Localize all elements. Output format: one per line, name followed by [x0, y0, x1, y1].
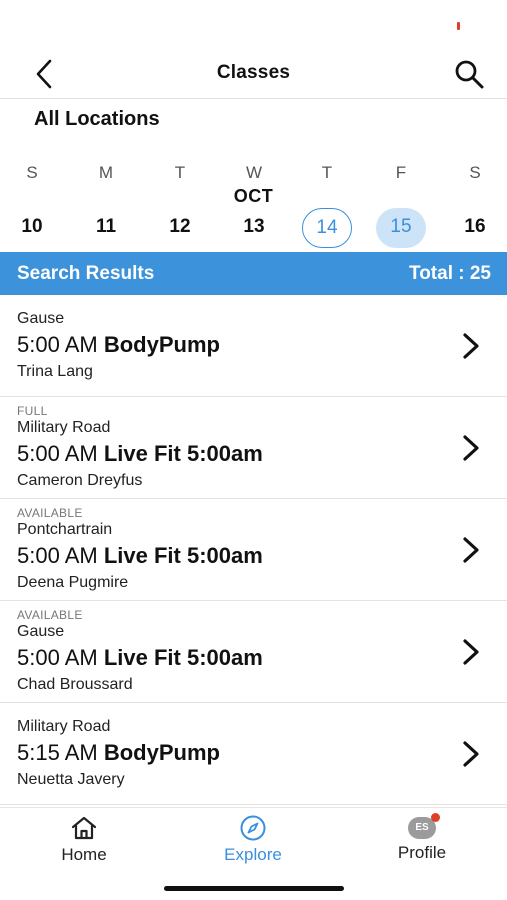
- weekday-label: S: [450, 160, 500, 186]
- weekday-letter: F: [395, 163, 407, 182]
- class-info: FULL Military Road 5:00 AM Live Fit 5:00am…: [17, 404, 447, 492]
- class-time: 5:00 AM: [17, 644, 98, 670]
- class-time-name: 5:15 AM BodyPump: [17, 737, 447, 769]
- avatar-icon: ES: [408, 813, 440, 839]
- chevron-right-icon: [463, 638, 479, 665]
- tab-explore-label: Explore: [224, 845, 282, 864]
- weekday-label: M: [81, 160, 131, 186]
- date-button-15[interactable]: 15: [376, 208, 426, 248]
- class-row[interactable]: AVAILABLE Pontchartrain 5:00 AM Live Fit 5…: [0, 499, 507, 601]
- tab-explore[interactable]: Explore: [193, 814, 313, 868]
- class-row[interactable]: AVAILABLE Gause 5:00 AM Live Fit 5:00am Cha…: [0, 601, 507, 703]
- compass-icon: [240, 815, 266, 841]
- status-bar: [0, 0, 507, 48]
- class-info: Gause 5:00 AM BodyPump Trina Lang: [17, 309, 447, 383]
- class-time: 5:00 AM: [17, 542, 98, 568]
- class-list: Gause 5:00 AM BodyPump Trina Lang FULL Milit…: [0, 295, 507, 807]
- week-calendar: OCT S 10 M 11 T 12 W 13 T 14 F 15 S 16: [0, 160, 507, 250]
- weekday-label: F: [376, 160, 426, 186]
- weekday-letter: M: [98, 163, 114, 182]
- weekday-letter: T: [174, 163, 186, 182]
- results-total: Total : 25: [409, 263, 491, 284]
- tab-home-label: Home: [61, 845, 107, 864]
- class-row[interactable]: FULL Military Road 5:00 AM Live Fit 5:00am…: [0, 397, 507, 499]
- class-time: 5:00 AM: [17, 331, 98, 357]
- weekday-label: S: [7, 160, 57, 186]
- avatar-initials: ES: [415, 822, 429, 833]
- chevron-right-icon: [463, 740, 479, 767]
- class-time-name: 5:00 AM Live Fit 5:00am: [17, 438, 447, 470]
- class-time-name: 5:00 AM BodyPump: [17, 329, 447, 361]
- date-button-16[interactable]: 16: [450, 208, 500, 248]
- date-button-12[interactable]: 12: [155, 208, 205, 248]
- home-indicator: [164, 886, 344, 891]
- class-location: Gause: [17, 622, 65, 640]
- month-label: OCT: [233, 186, 274, 206]
- class-name: Live Fit 5:00am: [103, 440, 263, 466]
- class-instructor: Neuetta Javery: [17, 770, 125, 788]
- class-time-name: 5:00 AM Live Fit 5:00am: [17, 642, 447, 674]
- status-indicator: [457, 22, 460, 30]
- weekday-letter: S: [26, 163, 38, 182]
- results-title: Search Results: [17, 263, 155, 284]
- date-button-11[interactable]: 11: [81, 208, 131, 248]
- weekday-letter: W: [245, 163, 263, 182]
- tab-profile-label: Profile: [397, 843, 447, 862]
- class-name: Live Fit 5:00am: [103, 542, 263, 568]
- date-button-13[interactable]: 13: [229, 208, 279, 248]
- class-row[interactable]: Gause 5:00 AM BodyPump Trina Lang: [0, 295, 507, 397]
- location-filter[interactable]: All Locations: [34, 108, 160, 131]
- class-time: 5:00 AM: [17, 440, 98, 466]
- class-instructor: Trina Lang: [17, 362, 93, 380]
- class-location: Pontchartrain: [17, 520, 113, 538]
- weekday-letter: S: [469, 163, 481, 182]
- availability-status: AVAILABLE: [17, 607, 83, 622]
- weekday-letter: T: [321, 163, 333, 182]
- weekday-label: T: [302, 160, 352, 186]
- weekday-label: W: [229, 160, 279, 186]
- class-instructor: Chad Broussard: [17, 675, 133, 693]
- class-name: Live Fit 5:00am: [103, 644, 263, 670]
- class-instructor: Deena Pugmire: [17, 573, 129, 591]
- class-info: Military Road 5:15 AM BodyPump Neuetta Jav…: [17, 717, 447, 791]
- chevron-right-icon: [463, 434, 479, 461]
- nav-header: Classes: [0, 48, 507, 99]
- class-row[interactable]: Military Road 5:15 AM BodyPump Neuetta Jav…: [0, 703, 507, 805]
- class-instructor: Cameron Dreyfus: [17, 471, 143, 489]
- search-button[interactable]: [449, 56, 489, 92]
- class-time-name: 5:00 AM Live Fit 5:00am: [17, 540, 447, 572]
- availability-status: AVAILABLE: [17, 505, 83, 520]
- tab-home[interactable]: Home: [24, 814, 144, 868]
- class-location: Military Road: [17, 418, 111, 436]
- notification-dot: [431, 813, 440, 822]
- class-location: Gause: [17, 309, 65, 327]
- chevron-right-icon: [463, 536, 479, 563]
- page-title: Classes: [216, 62, 291, 83]
- class-name: BodyPump: [103, 331, 220, 357]
- class-time: 5:15 AM: [17, 739, 98, 765]
- class-name: BodyPump: [103, 739, 220, 765]
- class-location: Military Road: [17, 717, 111, 735]
- tab-profile[interactable]: ES Profile: [362, 813, 482, 868]
- results-header: Search Results Total : 25: [0, 252, 507, 295]
- class-info: AVAILABLE Pontchartrain 5:00 AM Live Fit 5…: [17, 506, 447, 594]
- chevron-right-icon: [463, 332, 479, 359]
- date-button-10[interactable]: 10: [7, 208, 57, 248]
- weekday-label: T: [155, 160, 205, 186]
- search-icon: [455, 60, 484, 89]
- class-info: AVAILABLE Gause 5:00 AM Live Fit 5:00am Cha…: [17, 608, 447, 696]
- date-button-14[interactable]: 14: [302, 208, 352, 248]
- home-icon: [71, 816, 97, 840]
- availability-status: FULL: [17, 403, 48, 418]
